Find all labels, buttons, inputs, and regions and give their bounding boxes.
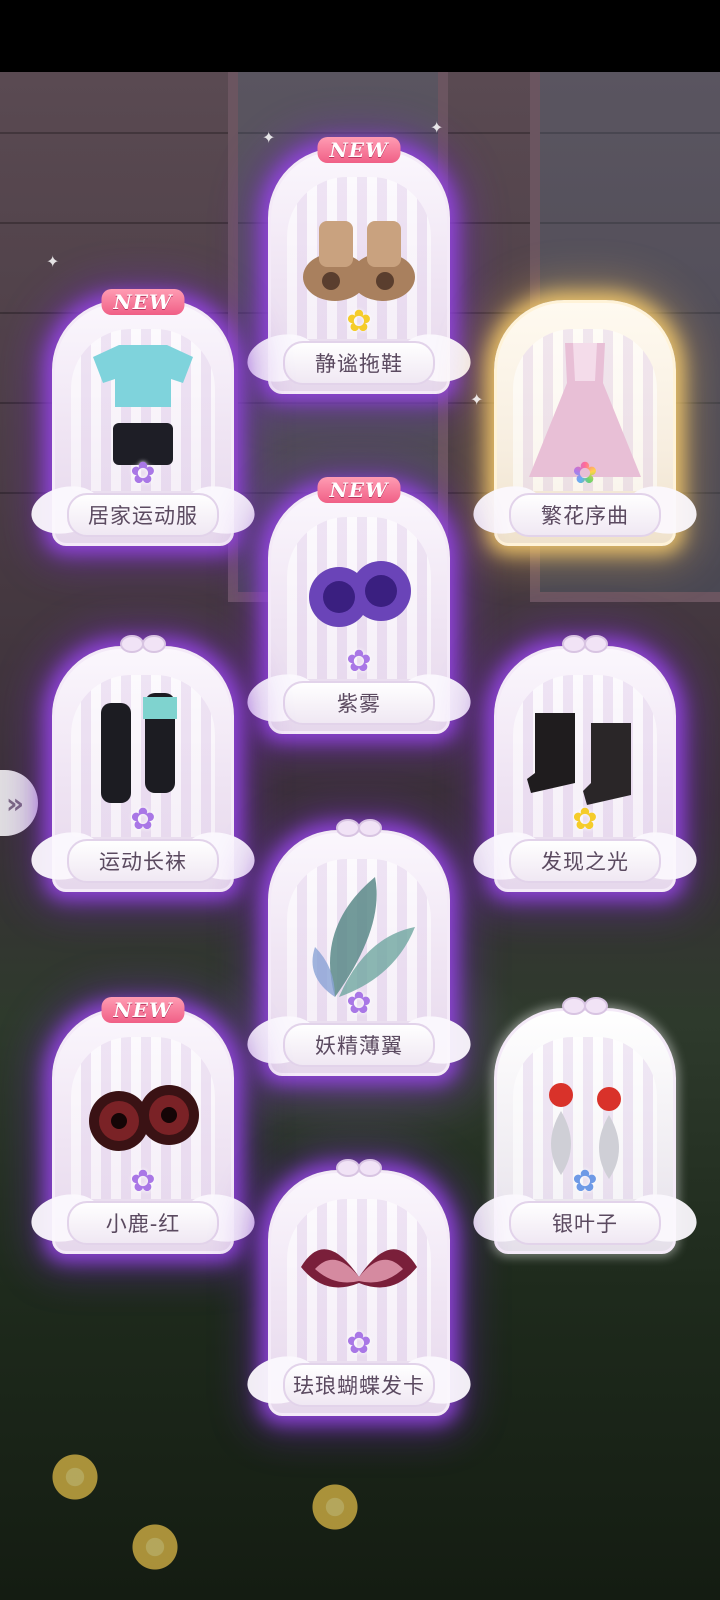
flower-decoration xyxy=(300,1472,370,1542)
new-badge: NEW xyxy=(317,477,401,503)
reward-card-flower-overture-dress[interactable]: ✿ 繁花序曲 xyxy=(468,300,702,546)
item-name: 繁花序曲 xyxy=(509,493,661,537)
reward-card-enamel-butterfly-hairpin[interactable]: ✿ 珐琅蝴蝶发卡 xyxy=(242,1159,476,1416)
rarity-flower-icon: ✿ xyxy=(346,986,372,1021)
reward-card-home-sportswear[interactable]: NEW ✿ 居家运动服 xyxy=(26,289,260,546)
rarity-flower-icon: ✿ xyxy=(130,456,156,491)
item-name: 银叶子 xyxy=(509,1201,661,1245)
new-badge: NEW xyxy=(101,289,185,315)
new-badge: NEW xyxy=(317,137,401,163)
status-bar xyxy=(0,0,720,72)
reward-card-discovery-light-boots[interactable]: ✿ 发现之光 xyxy=(468,635,702,892)
reward-card-purple-mist-eyes[interactable]: NEW ✿ 紫雾 xyxy=(242,477,476,734)
sparkle-decoration: ✦ xyxy=(262,128,276,147)
rarity-flower-icon: ✿ xyxy=(130,1164,156,1199)
new-badge: NEW xyxy=(101,997,185,1023)
reward-card-slippers[interactable]: NEW ✿ 静谧拖鞋 xyxy=(242,137,476,394)
reward-card-sport-socks[interactable]: ✿ 运动长袜 xyxy=(26,635,260,892)
double-chevron-right-icon: » xyxy=(5,786,25,820)
rarity-flower-icon: ✿ xyxy=(346,644,372,679)
item-name: 小鹿-红 xyxy=(67,1201,219,1245)
rarity-flower-icon: ✿ xyxy=(346,304,372,339)
item-name: 运动长袜 xyxy=(67,839,219,883)
sparkle-decoration: ✦ xyxy=(430,118,444,137)
item-name: 珐琅蝴蝶发卡 xyxy=(283,1363,435,1407)
reward-card-silver-leaf-earrings[interactable]: ✿ 银叶子 xyxy=(468,997,702,1254)
item-name: 静谧拖鞋 xyxy=(283,341,435,385)
reward-card-fairy-wings[interactable]: ✿ 妖精薄翼 xyxy=(242,819,476,1076)
item-name: 妖精薄翼 xyxy=(283,1023,435,1067)
flower-decoration xyxy=(120,1512,190,1582)
item-name: 发现之光 xyxy=(509,839,661,883)
rarity-flower-icon: ✿ xyxy=(572,1164,598,1199)
sparkle-decoration: ✦ xyxy=(46,252,60,271)
sparkle-decoration: ✦ xyxy=(470,390,484,409)
rarity-rainbow-flower-icon: ✿ xyxy=(572,456,598,491)
item-name: 居家运动服 xyxy=(67,493,219,537)
rarity-flower-icon: ✿ xyxy=(572,802,598,837)
item-name: 紫雾 xyxy=(283,681,435,725)
rarity-flower-icon: ✿ xyxy=(130,802,156,837)
rarity-flower-icon: ✿ xyxy=(346,1326,372,1361)
flower-decoration xyxy=(40,1442,110,1512)
reward-card-fawn-red-eyes[interactable]: NEW ✿ 小鹿-红 xyxy=(26,997,260,1254)
